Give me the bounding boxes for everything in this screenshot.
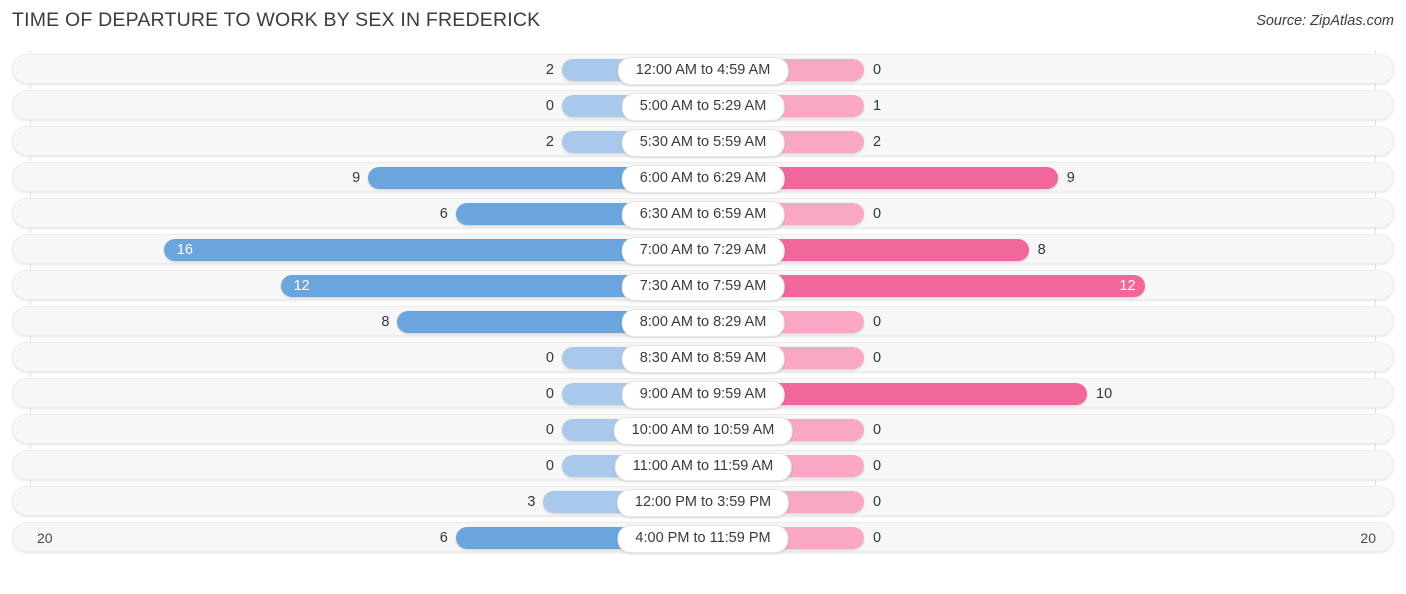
value-label-female: 0: [873, 206, 882, 222]
chart-row: 12 12 7:30 AM to 7:59 AM: [12, 270, 1394, 301]
value-label-female: 2: [873, 134, 882, 150]
chart-row: 16 8 7:00 AM to 7:29 AM: [12, 234, 1394, 265]
value-label-male: 8: [381, 314, 390, 330]
chart-row: 2 0 12:00 AM to 4:59 AM: [12, 54, 1394, 85]
value-label-male: 0: [545, 386, 554, 402]
category-label: 7:00 AM to 7:29 AM: [621, 237, 785, 265]
chart-row: 0 0 10:00 AM to 10:59 AM: [12, 414, 1394, 445]
value-label-male: 2: [545, 62, 554, 78]
category-label: 11:00 AM to 11:59 AM: [614, 453, 792, 481]
category-label: 4:00 PM to 11:59 PM: [617, 525, 789, 553]
chart-row: 0 10 9:00 AM to 9:59 AM: [12, 378, 1394, 409]
chart-plot-area: 2 0 12:00 AM to 4:59 AM 0 1 5:00 AM to 5:29 A…: [0, 50, 1406, 555]
value-label-female: 10: [1096, 386, 1113, 402]
value-label-female: 0: [873, 314, 882, 330]
page-title: TIME OF DEPARTURE TO WORK BY SEX IN FRED…: [12, 9, 541, 31]
value-label-male: 12: [293, 278, 310, 294]
value-label-female: 0: [873, 422, 882, 438]
value-label-female: 12: [1119, 278, 1136, 294]
chart-row: 2 2 5:30 AM to 5:59 AM: [12, 126, 1394, 157]
value-label-male: 0: [545, 98, 554, 114]
value-label-female: 1: [873, 98, 882, 114]
chart-row: 0 0 11:00 AM to 11:59 AM: [12, 450, 1394, 481]
category-label: 6:00 AM to 6:29 AM: [621, 165, 785, 193]
chart-row: 0 0 8:30 AM to 8:59 AM: [12, 342, 1394, 373]
category-label: 5:00 AM to 5:29 AM: [621, 93, 785, 121]
category-label: 12:00 PM to 3:59 PM: [616, 489, 790, 517]
chart-row: 3 0 12:00 PM to 3:59 PM: [12, 486, 1394, 517]
chart-row: 9 9 6:00 AM to 6:29 AM: [12, 162, 1394, 193]
category-label: 9:00 AM to 9:59 AM: [621, 381, 785, 409]
value-label-male: 16: [176, 242, 193, 258]
chart-row: 6 0 6:30 AM to 6:59 AM: [12, 198, 1394, 229]
category-label: 12:00 AM to 4:59 AM: [617, 57, 789, 85]
value-label-male: 6: [439, 206, 448, 222]
category-label: 7:30 AM to 7:59 AM: [621, 273, 785, 301]
category-label: 8:30 AM to 8:59 AM: [621, 345, 785, 373]
category-label: 10:00 AM to 10:59 AM: [613, 417, 793, 445]
category-label: 6:30 AM to 6:59 AM: [621, 201, 785, 229]
category-label: 8:00 AM to 8:29 AM: [621, 309, 785, 337]
value-label-male: 0: [545, 422, 554, 438]
value-label-female: 0: [873, 458, 882, 474]
category-label: 5:30 AM to 5:59 AM: [621, 129, 785, 157]
chart-row: 0 1 5:00 AM to 5:29 AM: [12, 90, 1394, 121]
value-label-female: 0: [873, 350, 882, 366]
value-label-female: 9: [1066, 170, 1075, 186]
chart-row: 8 0 8:00 AM to 8:29 AM: [12, 306, 1394, 337]
value-label-male: 3: [527, 494, 536, 510]
source-attribution: Source: ZipAtlas.com: [1256, 13, 1394, 29]
value-label-male: 0: [545, 458, 554, 474]
value-label-female: 0: [873, 494, 882, 510]
value-label-male: 9: [352, 170, 361, 186]
value-label-female: 8: [1037, 242, 1046, 258]
value-label-male: 0: [545, 350, 554, 366]
value-label-female: 0: [873, 62, 882, 78]
value-label-male: 2: [545, 134, 554, 150]
